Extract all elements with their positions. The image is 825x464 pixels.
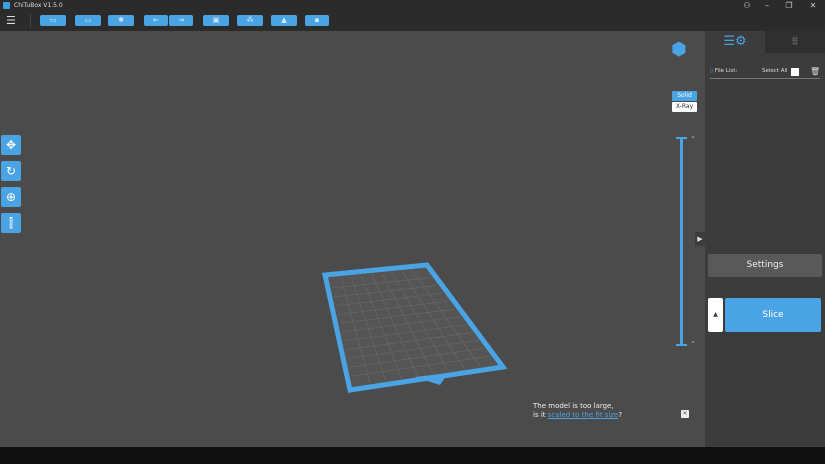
copy-icon: ▣ [212, 16, 220, 24]
tab-platform[interactable]: ⩩ [765, 31, 825, 53]
export-icon: ⇥ [178, 16, 184, 24]
settings-button[interactable]: Settings [708, 254, 822, 277]
tab-file-settings[interactable]: ☰⚙ [705, 31, 765, 53]
view-cube-icon[interactable]: ⬢ [671, 39, 693, 65]
repair-icon: ✱ [118, 16, 124, 24]
supports-button[interactable]: ⁂ [237, 15, 263, 26]
folder-icon: ▭ [49, 16, 57, 24]
trash-icon[interactable]: 🗑 [810, 67, 820, 76]
repair-button[interactable]: ✱ [108, 15, 134, 26]
file-icon: ▯ [710, 68, 714, 74]
maximize-button[interactable]: ❐ [779, 0, 799, 11]
select-all-checkbox[interactable] [791, 68, 799, 76]
solid-view-button[interactable]: Solid [672, 91, 697, 101]
divider [30, 14, 31, 28]
close-notice-button[interactable]: ✕ [681, 410, 689, 418]
account-icon[interactable]: ⚇ [737, 0, 757, 11]
taskbar [0, 447, 825, 464]
chevron-down-icon[interactable]: ⌄ [690, 132, 696, 140]
xray-view-button[interactable]: X-Ray [672, 102, 697, 112]
notice-prefix: is it [533, 411, 548, 419]
slice-options-button[interactable]: ▲ [708, 298, 723, 332]
scale-notice: The model is too large, is it scaled to … [533, 402, 622, 420]
copy-button[interactable]: ▣ [203, 15, 229, 26]
slider-top-handle[interactable] [676, 137, 687, 139]
title-bar: ChiTuBox V1.5.0 ⚇ – ❐ ✕ [0, 0, 825, 11]
toolbar: ☰ ▭ ▭ ✱ ⇤ ⇥ ▣ ⁂ ▲ ▪ [0, 11, 825, 31]
collapse-panel-button[interactable]: ▶ [695, 232, 705, 246]
select-all-label: Select All [762, 68, 788, 74]
slider-bottom-handle[interactable] [676, 344, 687, 346]
open-file-button[interactable]: ▭ [40, 15, 66, 26]
notice-suffix: ? [618, 411, 623, 419]
scale-to-fit-link[interactable]: scaled to the fit size [548, 411, 619, 419]
import-button[interactable]: ⇤ [144, 15, 168, 26]
file-list-header: ▯ File List: Select All 🗑 [710, 67, 820, 79]
hollow-icon: ▲ [281, 16, 287, 24]
settings-list-icon: ☰⚙ [723, 34, 747, 49]
app-logo-icon [3, 2, 10, 9]
import-icon: ⇤ [153, 16, 159, 24]
supports-icon: ⁂ [246, 16, 254, 24]
layer-slider[interactable] [680, 138, 683, 345]
save-button[interactable]: ▭ [75, 15, 101, 26]
platform-icon: ⩩ [791, 34, 799, 49]
menu-icon[interactable]: ☰ [6, 15, 16, 26]
slice-button[interactable]: Slice [725, 298, 821, 332]
fill-button[interactable]: ▪ [305, 15, 329, 26]
minimize-button[interactable]: – [757, 0, 777, 11]
hollow-button[interactable]: ▲ [271, 15, 297, 26]
right-panel: ☰⚙ ⩩ ▯ File List: Select All 🗑 Settings … [705, 31, 825, 447]
close-window-button[interactable]: ✕ [803, 0, 823, 11]
save-icon: ▭ [84, 16, 92, 24]
export-button[interactable]: ⇥ [169, 15, 193, 26]
app-title: ChiTuBox V1.5.0 [14, 2, 63, 9]
chevron-up-icon[interactable]: ⌃ [690, 340, 696, 348]
build-plate [321, 262, 508, 393]
notice-text: The model is too large, [533, 402, 614, 410]
fill-icon: ▪ [314, 16, 320, 24]
file-list-label: File List: [714, 68, 738, 74]
